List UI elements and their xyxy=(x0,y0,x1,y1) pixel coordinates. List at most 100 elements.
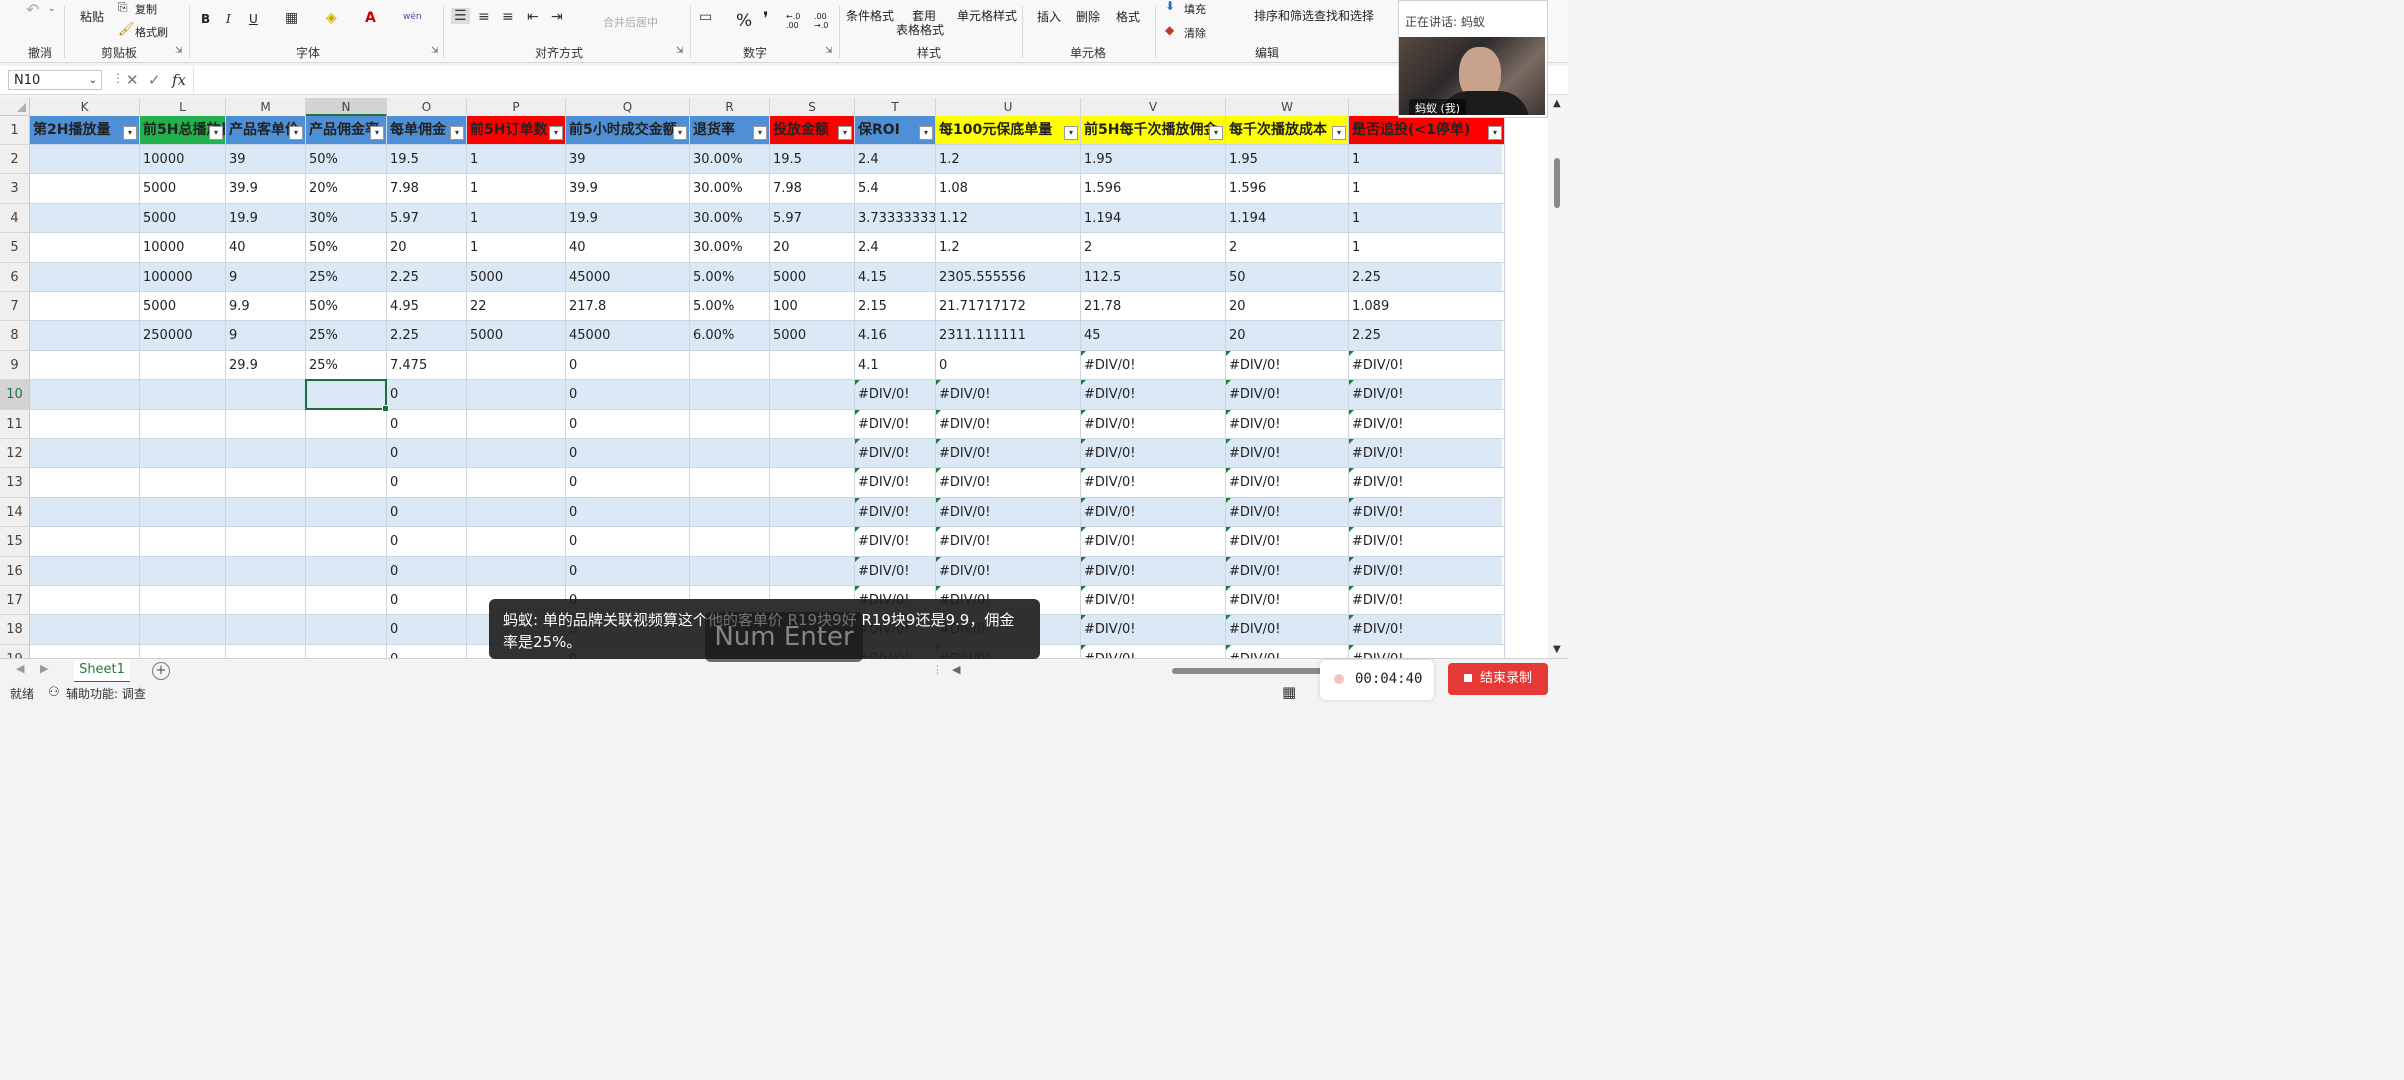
header-cell[interactable]: 前5H总播放量 ▾ xyxy=(140,116,226,145)
cell-M9[interactable]: 29.9 xyxy=(226,350,306,381)
cell-L4[interactable]: 5000 xyxy=(140,203,226,234)
cell-K15[interactable] xyxy=(30,527,140,557)
cell-T9[interactable]: 4.1 xyxy=(855,350,936,381)
cell-L6[interactable]: 100000 xyxy=(140,262,226,292)
cell-W10[interactable]: #DIV/0! xyxy=(1226,380,1349,410)
cell-Q8[interactable]: 45000 xyxy=(566,321,690,351)
cell-3[interactable]: 1 xyxy=(1349,174,1505,204)
row-header[interactable]: 2 xyxy=(0,145,30,175)
horizontal-scroll-thumb[interactable] xyxy=(1172,668,1322,674)
cell-W13[interactable]: #DIV/0! xyxy=(1226,468,1349,498)
find-select-button[interactable]: 查找和选择 xyxy=(1314,7,1374,24)
filter-dropdown-icon[interactable]: ▾ xyxy=(1209,125,1223,140)
cell-W15[interactable]: #DIV/0! xyxy=(1226,527,1349,557)
cell-18[interactable]: #DIV/0! xyxy=(1349,615,1505,645)
cell-K11[interactable] xyxy=(30,409,140,439)
paste-button[interactable]: 粘贴 xyxy=(80,8,104,25)
cell-K17[interactable] xyxy=(30,586,140,616)
cell-T14[interactable]: #DIV/0! xyxy=(855,497,936,528)
cell-T11[interactable]: #DIV/0! xyxy=(855,409,936,439)
cell-W16[interactable]: #DIV/0! xyxy=(1226,556,1349,586)
filter-dropdown-icon[interactable]: ▾ xyxy=(209,125,223,140)
filter-dropdown-icon[interactable]: ▾ xyxy=(123,125,137,140)
cell-Q11[interactable]: 0 xyxy=(566,409,690,439)
cell-R8[interactable]: 6.00% xyxy=(690,321,770,351)
cell-R14[interactable] xyxy=(690,497,770,528)
cell-L2[interactable]: 10000 xyxy=(140,145,226,175)
cell-N18[interactable] xyxy=(306,615,387,645)
cell-V17[interactable]: #DIV/0! xyxy=(1081,586,1226,616)
cell-L16[interactable] xyxy=(140,556,226,586)
phonetic-button[interactable]: wén xyxy=(403,12,422,22)
cell-N11[interactable] xyxy=(306,409,387,439)
cell-V16[interactable]: #DIV/0! xyxy=(1081,556,1226,586)
cell-V6[interactable]: 112.5 xyxy=(1081,262,1226,292)
accounting-format-icon[interactable]: ▭ xyxy=(699,9,712,25)
column-header-V[interactable]: V xyxy=(1081,98,1226,116)
cell-4[interactable]: 1 xyxy=(1349,203,1505,234)
header-cell[interactable]: 前5H每千次播放佣金 ▾ xyxy=(1081,116,1226,145)
cell-L19[interactable] xyxy=(140,644,226,658)
cell-K2[interactable] xyxy=(30,145,140,175)
cell-Q13[interactable]: 0 xyxy=(566,468,690,498)
cell-V18[interactable]: #DIV/0! xyxy=(1081,615,1226,645)
cell-W6[interactable]: 50 xyxy=(1226,262,1349,292)
cell-P7[interactable]: 22 xyxy=(467,292,566,322)
cell-K16[interactable] xyxy=(30,556,140,586)
cell-S13[interactable] xyxy=(770,468,855,498)
tab-next-icon[interactable]: ▶ xyxy=(40,662,48,675)
cell-M10[interactable] xyxy=(226,380,306,410)
cell-2[interactable]: 1 xyxy=(1349,145,1505,175)
decrease-decimal-button[interactable]: .00 →.0 xyxy=(814,12,840,30)
cell-M14[interactable] xyxy=(226,497,306,528)
cell-P14[interactable] xyxy=(467,497,566,528)
cell-V3[interactable]: 1.596 xyxy=(1081,174,1226,204)
cell-L13[interactable] xyxy=(140,468,226,498)
row-header[interactable]: 8 xyxy=(0,321,30,351)
cell-14[interactable]: #DIV/0! xyxy=(1349,497,1505,528)
cell-W9[interactable]: #DIV/0! xyxy=(1226,350,1349,381)
cell-L12[interactable] xyxy=(140,439,226,469)
cell-T4[interactable]: 3.73333333 xyxy=(855,203,936,234)
filter-dropdown-icon[interactable]: ▾ xyxy=(919,125,933,140)
insert-button[interactable]: 插入 xyxy=(1037,8,1061,25)
row-header[interactable]: 12 xyxy=(0,439,30,469)
header-cell[interactable]: 是否追投(<1停单) ▾ xyxy=(1349,116,1505,145)
cell-L3[interactable]: 5000 xyxy=(140,174,226,204)
cell-W11[interactable]: #DIV/0! xyxy=(1226,409,1349,439)
cell-Q6[interactable]: 45000 xyxy=(566,262,690,292)
cell-W19[interactable]: #DIV/0! xyxy=(1226,644,1349,658)
column-header-P[interactable]: P xyxy=(467,98,566,116)
cell-L18[interactable] xyxy=(140,615,226,645)
cell-N7[interactable]: 50% xyxy=(306,292,387,322)
decrease-indent-icon[interactable]: ⇤ xyxy=(527,9,539,25)
row-header[interactable]: 15 xyxy=(0,527,30,557)
cell-K14[interactable] xyxy=(30,497,140,528)
header-cell[interactable]: 每千次播放成本 ▾ xyxy=(1226,116,1349,145)
cell-O7[interactable]: 4.95 xyxy=(387,292,467,322)
cell-Q4[interactable]: 19.9 xyxy=(566,203,690,234)
cell-U5[interactable]: 1.2 xyxy=(936,233,1081,263)
cell-S15[interactable] xyxy=(770,527,855,557)
cell-7[interactable]: 1.089 xyxy=(1349,292,1505,322)
cell-M17[interactable] xyxy=(226,586,306,616)
cell-M6[interactable]: 9 xyxy=(226,262,306,292)
fill-button[interactable]: 填充 xyxy=(1184,1,1206,17)
cell-U11[interactable]: #DIV/0! xyxy=(936,409,1081,439)
cell-M4[interactable]: 19.9 xyxy=(226,203,306,234)
cell-T3[interactable]: 5.4 xyxy=(855,174,936,204)
borders-icon[interactable]: ▦ xyxy=(285,10,298,26)
cell-U16[interactable]: #DIV/0! xyxy=(936,556,1081,586)
cell-P12[interactable] xyxy=(467,439,566,469)
cell-19[interactable]: #DIV/0! xyxy=(1349,644,1505,658)
cell-S5[interactable]: 20 xyxy=(770,233,855,263)
cell-S4[interactable]: 5.97 xyxy=(770,203,855,234)
cell-Q7[interactable]: 217.8 xyxy=(566,292,690,322)
increase-indent-icon[interactable]: ⇥ xyxy=(551,9,563,25)
cell-O12[interactable]: 0 xyxy=(387,439,467,469)
cell-N8[interactable]: 25% xyxy=(306,321,387,351)
cell-Q16[interactable]: 0 xyxy=(566,556,690,586)
filter-dropdown-icon[interactable]: ▾ xyxy=(289,125,303,140)
cell-K12[interactable] xyxy=(30,439,140,469)
cell-M16[interactable] xyxy=(226,556,306,586)
